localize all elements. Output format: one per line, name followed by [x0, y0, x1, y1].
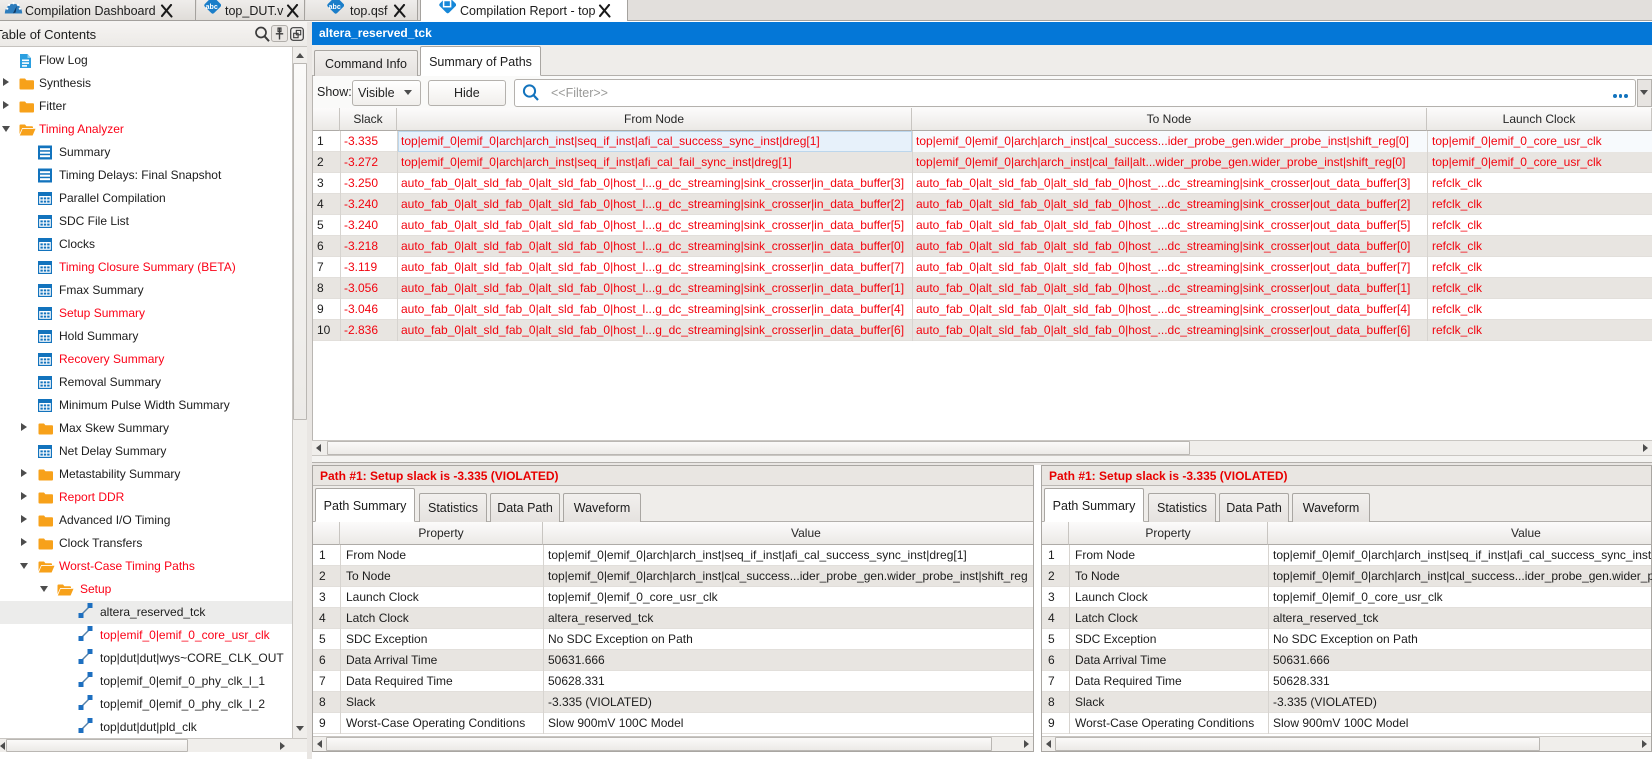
svg-text:abc: abc — [206, 4, 218, 11]
svg-text:abc: abc — [329, 4, 341, 11]
